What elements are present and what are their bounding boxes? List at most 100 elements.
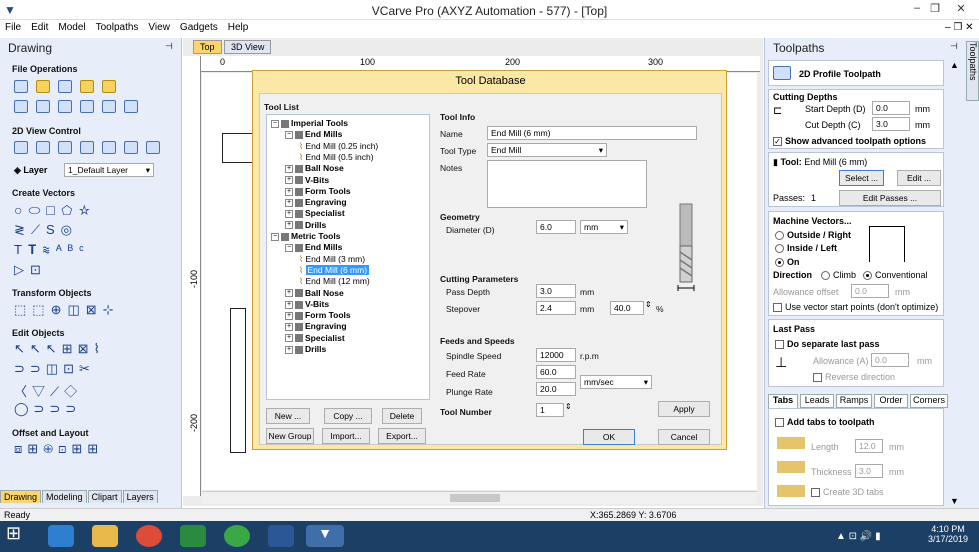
pan-icon[interactable] bbox=[14, 141, 28, 154]
start-depth-field[interactable]: 0.0 bbox=[872, 101, 910, 115]
edit-tools-row1[interactable]: ↖↖↖⊞⊠⌇ bbox=[14, 341, 105, 357]
store-icon[interactable] bbox=[180, 525, 206, 547]
copy-icon[interactable] bbox=[58, 100, 72, 113]
cancel-button[interactable]: Cancel bbox=[658, 429, 710, 445]
layer-dropdown[interactable]: 1_Default Layer ▾ bbox=[64, 163, 154, 177]
scroll-down-icon[interactable]: ▼ bbox=[950, 496, 959, 506]
tool-name-field[interactable]: End Mill (6 mm) bbox=[487, 126, 697, 140]
expand-icon[interactable]: + bbox=[285, 210, 293, 219]
tree-node[interactable]: − Metric Tools bbox=[271, 231, 340, 241]
collapse-icon[interactable]: − bbox=[271, 119, 279, 128]
mdi-window-controls[interactable]: – ❐ ✕ bbox=[945, 22, 973, 33]
tab-thickness-field[interactable]: 3.0 bbox=[855, 464, 883, 478]
zoom-box-icon[interactable] bbox=[36, 141, 50, 154]
tree-node[interactable]: ⌇ End Mill (0.25 inch) bbox=[299, 141, 378, 152]
pin-icon[interactable]: ⊣ bbox=[165, 41, 173, 52]
tree-node[interactable]: − Imperial Tools bbox=[271, 118, 348, 128]
pin-icon[interactable]: ⊣ bbox=[950, 41, 958, 52]
delete-tool-button[interactable]: Delete bbox=[382, 408, 422, 424]
misc-vector-tools[interactable]: ▷⊡ bbox=[14, 262, 47, 278]
import-icon[interactable] bbox=[80, 80, 94, 93]
climb-radio[interactable] bbox=[821, 271, 830, 281]
edit-tools-row4[interactable]: ◯⊃⊃⊃ bbox=[14, 401, 81, 417]
zoom-extents-icon[interactable] bbox=[58, 141, 72, 154]
expand-icon[interactable]: + bbox=[285, 176, 293, 185]
tab-top[interactable]: Top bbox=[193, 40, 222, 54]
tree-node[interactable]: + V-Bits bbox=[285, 299, 329, 309]
tree-node[interactable]: + Engraving bbox=[285, 321, 347, 331]
select-tool-button[interactable]: Select ... bbox=[839, 170, 884, 186]
tree-node[interactable]: + Form Tools bbox=[285, 186, 351, 196]
system-tray-icons[interactable]: ▲ ⊡ 🔊 ▮ bbox=[836, 531, 881, 542]
expand-icon[interactable]: + bbox=[285, 300, 293, 309]
diameter-field[interactable]: 6.0 bbox=[536, 220, 576, 234]
stepover-spinner[interactable]: ⇕ bbox=[645, 300, 652, 309]
save-icon[interactable] bbox=[58, 80, 72, 93]
new-file-icon[interactable] bbox=[14, 80, 28, 93]
inside-radio[interactable] bbox=[775, 244, 784, 254]
expand-icon[interactable]: + bbox=[285, 323, 293, 332]
edit-passes-button[interactable]: Edit Passes ... bbox=[839, 190, 941, 206]
menu-toolpaths[interactable]: Toolpaths bbox=[91, 20, 144, 35]
import-button[interactable]: Import... bbox=[322, 428, 370, 444]
tree-node[interactable]: − End Mills bbox=[285, 242, 342, 252]
tab-order[interactable]: Order bbox=[874, 394, 908, 408]
undo-icon[interactable] bbox=[102, 100, 116, 113]
outside-radio[interactable] bbox=[775, 231, 784, 241]
expand-icon[interactable]: + bbox=[285, 221, 293, 230]
clock[interactable]: 4:10 PM 3/17/2019 bbox=[928, 524, 968, 544]
stepover-field[interactable]: 2.4 bbox=[536, 301, 576, 315]
units-dropdown[interactable]: mm ▾ bbox=[580, 220, 628, 234]
chrome-icon[interactable] bbox=[136, 525, 162, 547]
notes-field[interactable] bbox=[487, 160, 647, 208]
expand-icon[interactable]: + bbox=[285, 334, 293, 343]
tree-node[interactable]: + Engraving bbox=[285, 197, 347, 207]
transform-tools[interactable]: ⬚⬚⊕◫⊠⊹ bbox=[14, 302, 120, 318]
menu-file[interactable]: File bbox=[0, 20, 26, 35]
export-button[interactable]: Export... bbox=[378, 428, 426, 444]
tree-node[interactable]: ⌇ End Mill (3 mm) bbox=[299, 254, 365, 265]
ok-button[interactable]: OK bbox=[583, 429, 635, 445]
on-radio[interactable] bbox=[775, 258, 784, 268]
collapse-icon[interactable]: − bbox=[285, 244, 293, 253]
expand-icon[interactable]: + bbox=[285, 164, 293, 173]
view-layout-icon[interactable] bbox=[124, 141, 138, 154]
tree-node[interactable]: + Form Tools bbox=[285, 310, 351, 320]
internet-explorer-icon[interactable] bbox=[48, 525, 74, 547]
edit-tool-button[interactable]: Edit ... bbox=[897, 170, 941, 186]
collapse-icon[interactable]: − bbox=[285, 131, 293, 140]
tab-tabs[interactable]: Tabs bbox=[768, 394, 798, 408]
cut-icon[interactable] bbox=[36, 100, 50, 113]
scroll-up-icon[interactable]: ▲ bbox=[950, 60, 959, 70]
text-tools[interactable]: T𝐓≋ᴬᴮᶜ bbox=[14, 242, 90, 258]
advanced-options-checkbox[interactable]: ✓ bbox=[773, 137, 782, 147]
tab-modeling[interactable]: Modeling bbox=[42, 490, 87, 503]
feed-rate-field[interactable]: 60.0 bbox=[536, 365, 576, 379]
apply-button[interactable]: Apply bbox=[658, 401, 710, 417]
toggle-view-icon[interactable] bbox=[102, 141, 116, 154]
expand-icon[interactable]: + bbox=[285, 345, 293, 354]
tree-node[interactable]: + Ball Nose bbox=[285, 288, 344, 298]
create-vector-tools[interactable]: ○⬭□⬠☆ bbox=[14, 202, 96, 219]
zoom-selected-icon[interactable] bbox=[80, 141, 94, 154]
tree-node[interactable]: + Drills bbox=[285, 220, 326, 230]
horizontal-scrollbar[interactable] bbox=[202, 491, 757, 504]
create-3d-tabs-checkbox[interactable] bbox=[811, 488, 820, 498]
allowance-offset-field[interactable]: 0.0 bbox=[851, 284, 889, 298]
separate-last-pass-checkbox[interactable] bbox=[775, 340, 784, 350]
tab-leads[interactable]: Leads bbox=[800, 394, 834, 408]
expand-icon[interactable]: + bbox=[285, 198, 293, 207]
edit-tools-row2[interactable]: ⊃⊃◫⊡✂ bbox=[14, 361, 95, 377]
tab-3d-view[interactable]: 3D View bbox=[224, 40, 272, 54]
expand-icon[interactable]: + bbox=[285, 311, 293, 320]
tab-layers[interactable]: Layers bbox=[122, 490, 158, 503]
windows-start-icon[interactable]: ⊞ bbox=[6, 523, 32, 545]
tab-corners[interactable]: Corners bbox=[910, 394, 948, 408]
expand-icon[interactable]: + bbox=[285, 187, 293, 196]
menu-gadgets[interactable]: Gadgets bbox=[175, 20, 223, 35]
menu-help[interactable]: Help bbox=[223, 20, 254, 35]
tool-type-dropdown[interactable]: End Mill ▾ bbox=[487, 143, 607, 157]
expand-icon[interactable]: + bbox=[285, 289, 293, 298]
rate-units-dropdown[interactable]: mm/sec ▾ bbox=[580, 375, 652, 389]
tab-clipart[interactable]: Clipart bbox=[87, 490, 122, 503]
